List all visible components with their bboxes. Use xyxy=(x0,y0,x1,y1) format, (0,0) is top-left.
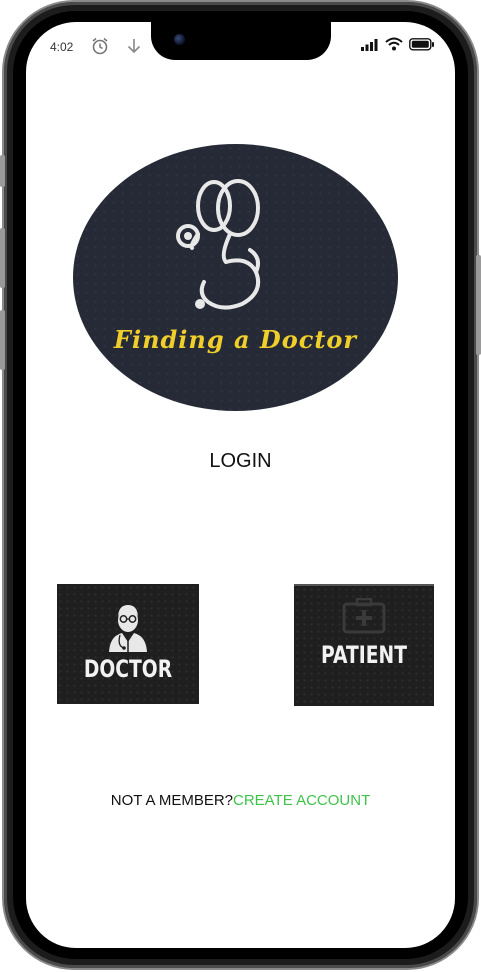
doctor-label: DOCTOR xyxy=(83,655,173,683)
patient-label: PATIENT xyxy=(321,641,407,669)
patient-login-button[interactable]: PATIENT xyxy=(294,584,434,706)
app-logo: Finding a Doctor xyxy=(73,144,398,411)
battery-icon xyxy=(409,38,435,56)
power-button xyxy=(476,255,481,355)
status-time: 4:02 xyxy=(50,40,74,54)
signal-icon xyxy=(361,38,379,57)
logo-title: Finding a Doctor xyxy=(113,325,358,354)
stethoscope-icon xyxy=(176,179,261,310)
not-member-text: NOT A MEMBER? xyxy=(110,792,234,809)
front-camera xyxy=(174,34,185,45)
mute-switch xyxy=(0,155,5,187)
page-title: LOGIN xyxy=(209,450,272,472)
create-account-link[interactable]: CREATE ACCOUNT xyxy=(233,792,370,809)
doctor-login-button[interactable]: DOCTOR xyxy=(57,584,199,704)
app-screen: 4:02 Finding a Doctor LOGIN DOCTOR PATIE… xyxy=(26,22,455,948)
alarm-icon xyxy=(90,36,110,61)
signup-prompt: NOT A MEMBER?CREATE ACCOUNT xyxy=(26,792,455,809)
wifi-icon xyxy=(385,37,403,57)
volume-up-button xyxy=(0,228,5,288)
doctor-avatar-icon xyxy=(109,605,147,652)
volume-down-button xyxy=(0,310,5,370)
download-icon xyxy=(125,36,143,61)
medical-kit-icon xyxy=(342,598,386,634)
